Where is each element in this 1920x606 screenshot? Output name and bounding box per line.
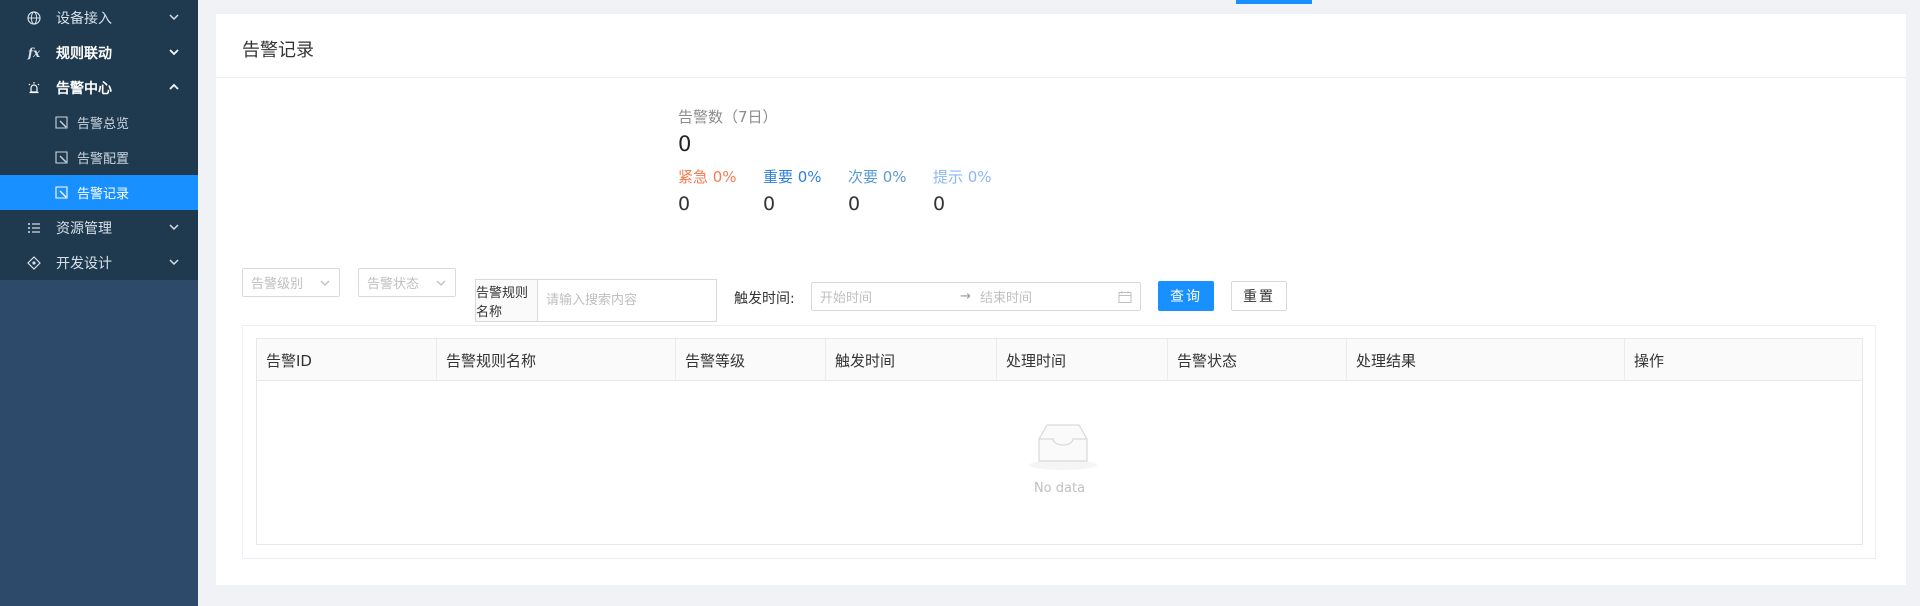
trigger-time-label: 触发时间: — [734, 291, 795, 307]
chevron-down-icon — [169, 259, 179, 266]
alarm-count-label: 告警数（7日） — [678, 108, 778, 126]
trigger-time-range[interactable]: 开始时间 → 结束时间 — [811, 282, 1141, 311]
sidebar-item-resource-management[interactable]: 资源管理 — [0, 210, 198, 245]
column-header-trigger-time[interactable]: 触发时间 — [825, 339, 996, 381]
alarm-count-total: 0 — [678, 132, 692, 156]
alarm-status-select[interactable]: 告警状态 — [358, 268, 456, 297]
alert-doc-icon — [54, 186, 68, 200]
level-important-label: 重要 0% — [763, 168, 822, 186]
level-hint-label: 提示 0% — [933, 168, 992, 186]
sidebar-item-label: 规则联动 — [56, 45, 112, 62]
sidebar-item-alarm-records[interactable]: 告警记录 — [0, 175, 198, 210]
alarm-records-table: 告警ID 告警规则名称 告警等级 触发时间 处理时间 告警状态 处理结果 操作 … — [256, 338, 1863, 545]
list-icon — [26, 220, 42, 236]
alarm-level-select[interactable]: 告警级别 — [242, 268, 340, 297]
column-header-actions[interactable]: 操作 — [1624, 339, 1862, 381]
level-urgent-label: 紧急 0% — [678, 168, 737, 186]
level-urgent-value: 0 — [678, 193, 691, 215]
column-header-handle-result[interactable]: 处理结果 — [1346, 339, 1624, 381]
alert-doc-icon — [54, 116, 68, 130]
table-header: 告警ID 告警规则名称 告警等级 触发时间 处理时间 告警状态 处理结果 操作 — [257, 339, 1862, 381]
chevron-down-icon — [169, 49, 179, 56]
column-header-handle-time[interactable]: 处理时间 — [996, 339, 1167, 381]
design-icon — [26, 255, 42, 271]
chevron-down-icon — [169, 14, 179, 21]
range-arrow-icon: → — [960, 289, 971, 304]
rule-name-addon: 告警规则名称 — [476, 280, 538, 321]
sidebar-item-device-access[interactable]: 设备接入 — [0, 0, 198, 35]
level-minor-label: 次要 0% — [848, 168, 907, 186]
empty-inbox-icon — [1029, 424, 1097, 470]
alarm-level-placeholder: 告警级别 — [251, 277, 304, 292]
empty-text: No data — [1033, 481, 1086, 496]
sidebar-item-label: 设备接入 — [56, 10, 112, 27]
active-tab-indicator — [1236, 0, 1312, 4]
alert-doc-icon — [54, 151, 68, 165]
sidebar-item-label: 告警记录 — [77, 187, 130, 202]
column-header-alarm-id[interactable]: 告警ID — [257, 339, 436, 381]
level-important-value: 0 — [763, 193, 776, 215]
sidebar-item-dev-design[interactable]: 开发设计 — [0, 245, 198, 280]
query-button[interactable]: 查询 — [1158, 281, 1214, 311]
fx-icon: fx — [27, 45, 41, 60]
sidebar-item-alarm-config[interactable]: 告警配置 — [0, 140, 198, 175]
sidebar: 设备接入 fx 规则联动 告警中心 告警总览 告警配置 告警记录 资源管理 开发… — [0, 0, 198, 606]
sidebar-item-label: 告警配置 — [77, 152, 130, 167]
sidebar-item-label: 告警中心 — [56, 80, 112, 97]
chevron-down-icon — [169, 224, 179, 231]
table-empty-state: No data — [257, 381, 1862, 544]
level-hint-value: 0 — [933, 193, 946, 215]
sidebar-menu: 设备接入 fx 规则联动 告警中心 告警总览 告警配置 告警记录 资源管理 开发… — [0, 0, 198, 280]
alarm-status-placeholder: 告警状态 — [367, 277, 420, 292]
rule-name-input[interactable] — [538, 280, 716, 321]
rule-name-search: 告警规则名称 — [475, 279, 717, 322]
chevron-down-icon — [320, 280, 330, 286]
start-time-input[interactable]: 开始时间 — [820, 287, 872, 306]
sidebar-item-label: 资源管理 — [56, 220, 112, 237]
page-title: 告警记录 — [242, 40, 314, 61]
globe-icon — [26, 10, 42, 26]
column-header-alarm-level[interactable]: 告警等级 — [675, 339, 825, 381]
sidebar-item-rule-linkage[interactable]: fx 规则联动 — [0, 35, 198, 70]
sidebar-item-alarm-overview[interactable]: 告警总览 — [0, 105, 198, 140]
end-time-input[interactable]: 结束时间 — [980, 287, 1032, 306]
sidebar-item-alarm-center[interactable]: 告警中心 — [0, 70, 198, 105]
chevron-up-icon — [169, 83, 179, 90]
column-header-alarm-status[interactable]: 告警状态 — [1167, 339, 1346, 381]
chevron-down-icon — [436, 280, 446, 286]
alarm-icon — [26, 80, 42, 96]
sidebar-item-label: 告警总览 — [77, 117, 130, 132]
sidebar-item-label: 开发设计 — [56, 255, 112, 272]
title-divider — [216, 77, 1906, 78]
reset-button[interactable]: 重置 — [1231, 281, 1287, 311]
level-minor-value: 0 — [848, 193, 861, 215]
column-header-rule-name[interactable]: 告警规则名称 — [436, 339, 675, 381]
calendar-icon — [1118, 291, 1132, 303]
